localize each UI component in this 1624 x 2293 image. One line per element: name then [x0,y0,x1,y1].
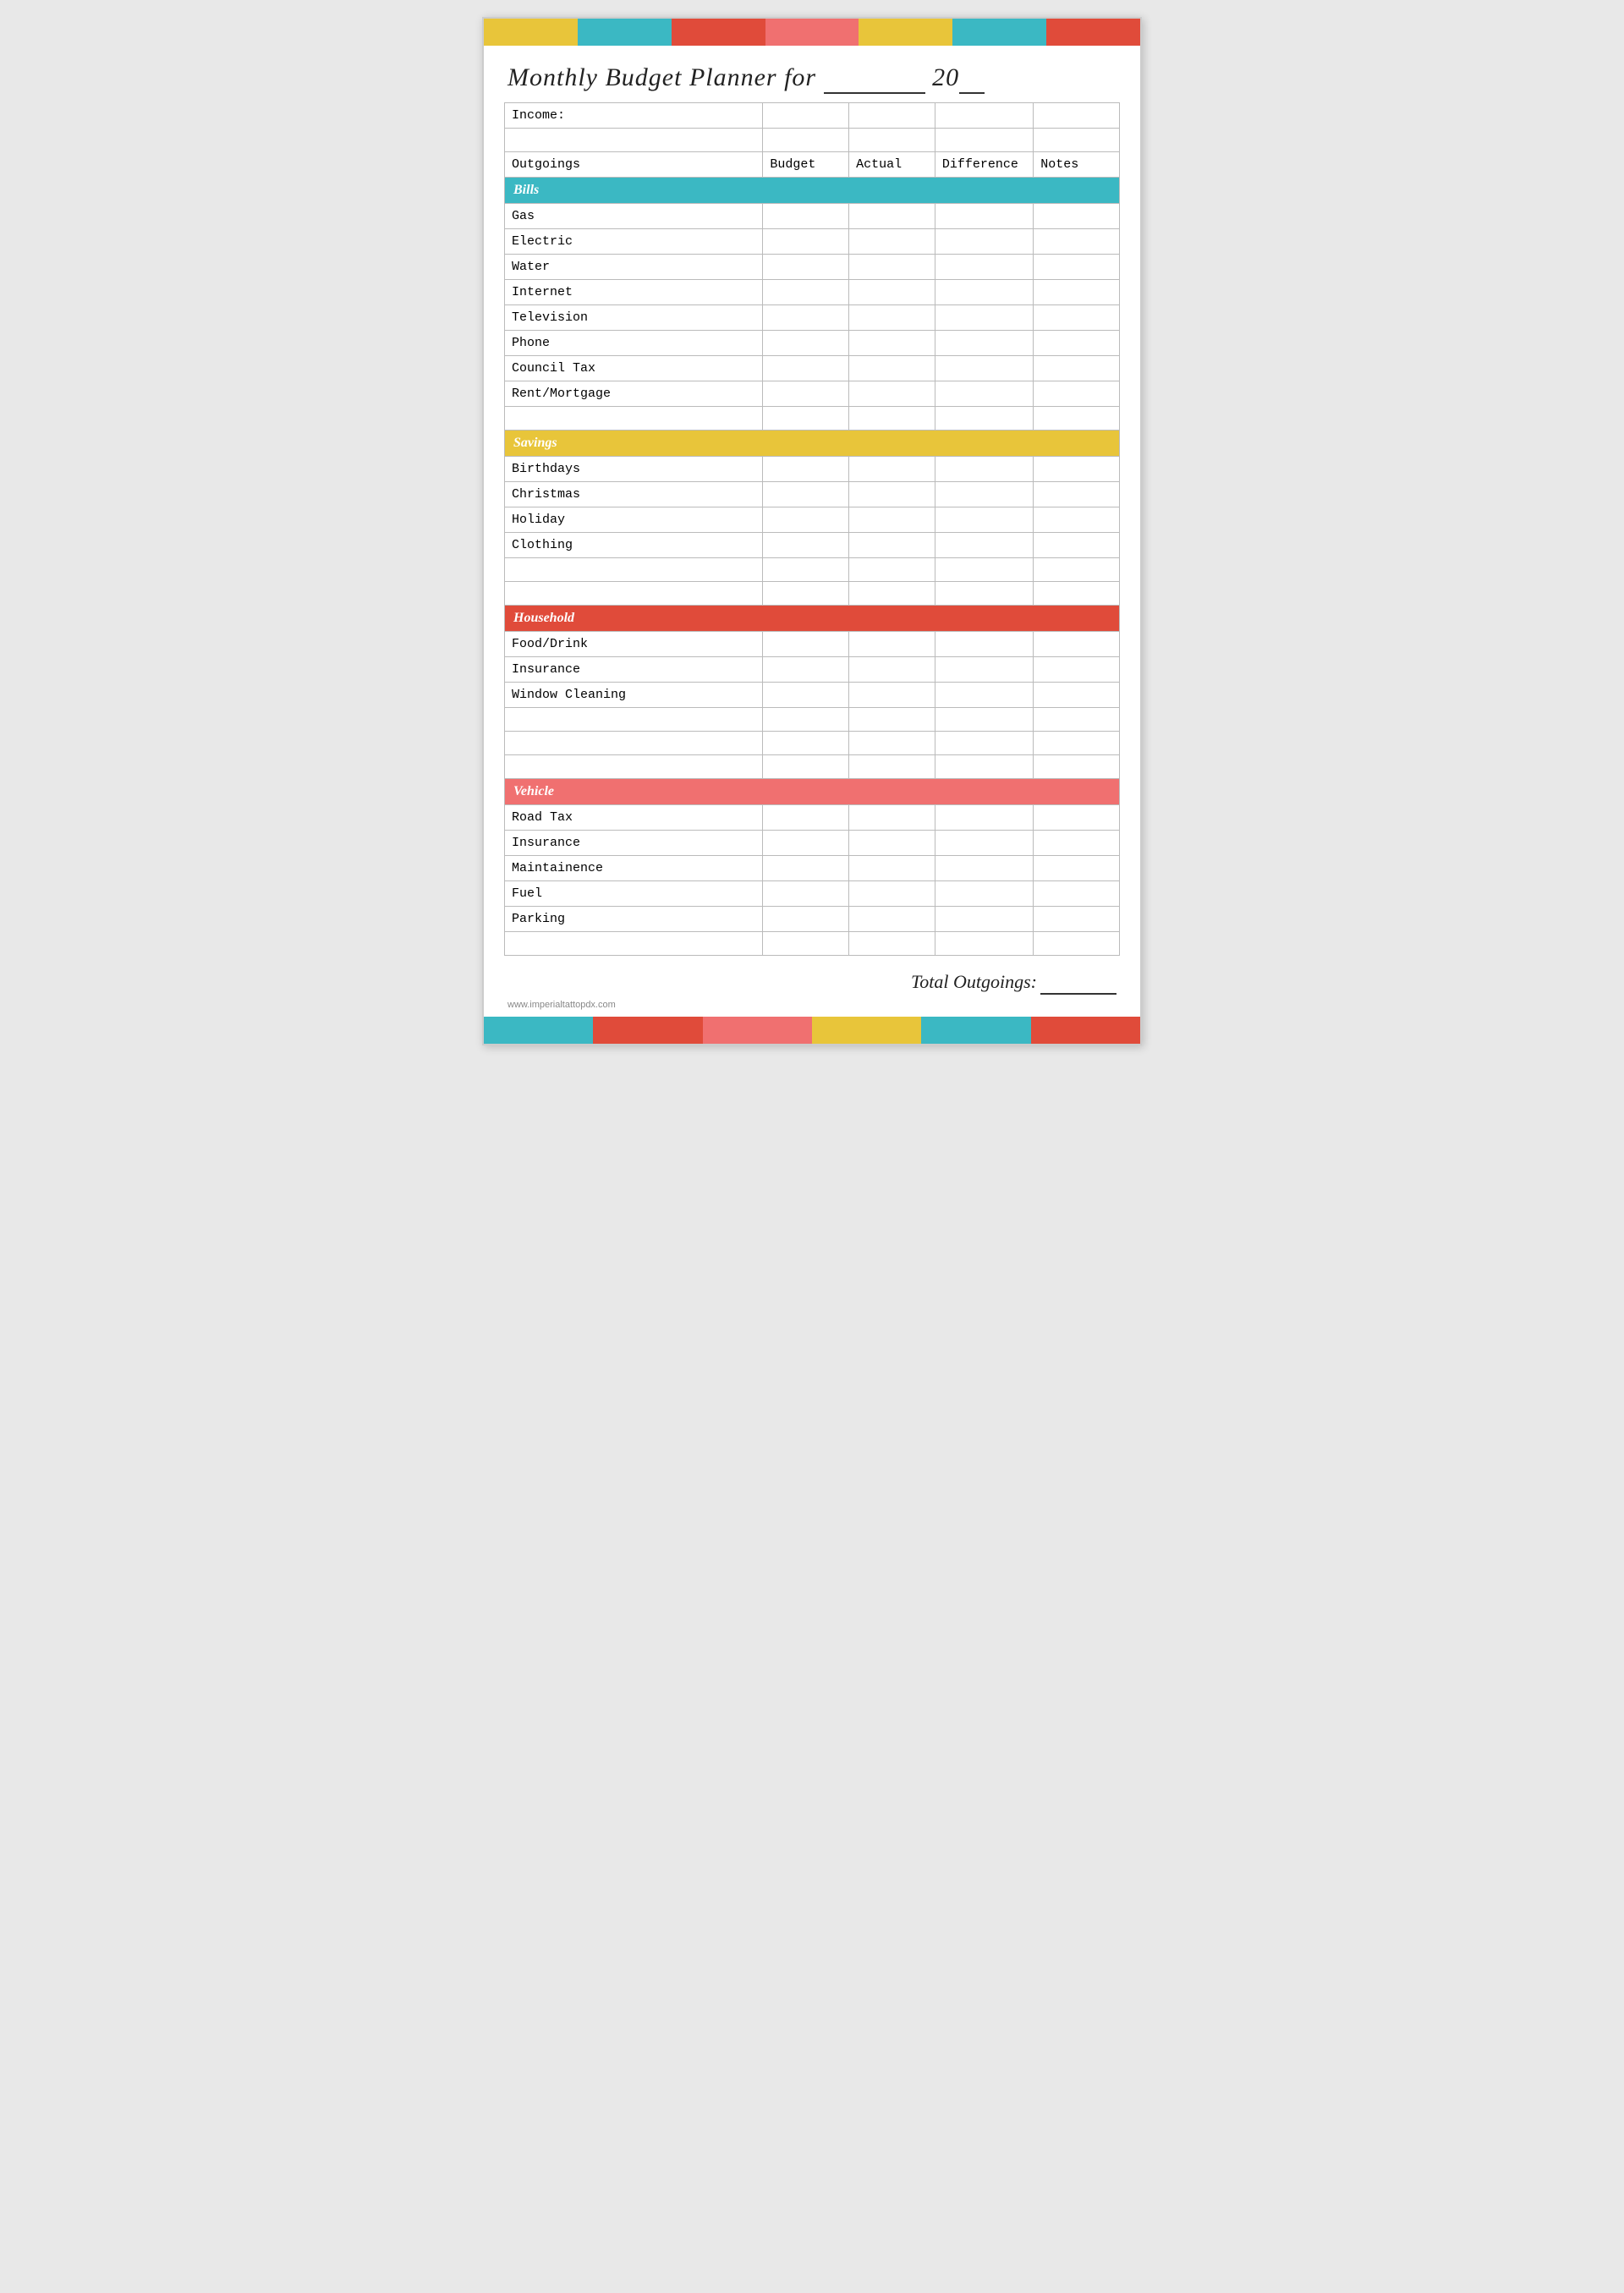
row-water: Water [505,255,1120,280]
bottom-bar-pink-1 [703,1017,812,1044]
row-electric: Electric [505,229,1120,255]
household-empty-1 [505,708,1120,732]
row-fuel: Fuel [505,881,1120,907]
page-title: Monthly Budget Planner for 20 [508,63,985,91]
label-birthdays: Birthdays [505,457,763,482]
table-container: Income: Outgoings Budget Actual Differen… [484,102,1140,964]
label-road-tax: Road Tax [505,805,763,831]
row-parking: Parking [505,907,1120,932]
row-food-drink: Food/Drink [505,632,1120,657]
col-actual-header: Actual [849,152,935,178]
label-television: Television [505,305,763,331]
row-council-tax: Council Tax [505,356,1120,381]
bottom-bar-red-2 [1031,1017,1140,1044]
household-empty-2 [505,732,1120,755]
watermark: www.imperialtattopdx.com [484,998,1140,1012]
label-council-tax: Council Tax [505,356,763,381]
section-household-label: Household [505,606,1120,632]
empty-row-after-income [505,129,1120,152]
row-holiday: Holiday [505,507,1120,533]
label-window-cleaning: Window Cleaning [505,683,763,708]
label-parking: Parking [505,907,763,932]
bar-teal-1 [578,19,672,46]
row-insurance-household: Insurance [505,657,1120,683]
column-headers-row: Outgoings Budget Actual Difference Notes [505,152,1120,178]
label-water: Water [505,255,763,280]
bills-empty-1 [505,407,1120,431]
row-rent-mortgage: Rent/Mortgage [505,381,1120,407]
col-budget-header: Budget [763,152,849,178]
title-area: Monthly Budget Planner for 20 [484,46,1140,102]
row-television: Television [505,305,1120,331]
bar-red-1 [672,19,765,46]
label-food-drink: Food/Drink [505,632,763,657]
section-vehicle: Vehicle [505,779,1120,805]
row-clothing: Clothing [505,533,1120,558]
col-notes-header: Notes [1034,152,1120,178]
label-clothing: Clothing [505,533,763,558]
income-row: Income: [505,103,1120,129]
col-outgoings-header: Outgoings [505,152,763,178]
label-gas: Gas [505,204,763,229]
section-vehicle-label: Vehicle [505,779,1120,805]
vehicle-empty-1 [505,932,1120,956]
label-rent-mortgage: Rent/Mortgage [505,381,763,407]
label-christmas: Christmas [505,482,763,507]
bottom-bar-teal-2 [921,1017,1030,1044]
bottom-bar-yellow-1 [812,1017,921,1044]
bottom-color-bar [484,1017,1140,1044]
section-household: Household [505,606,1120,632]
section-savings-label: Savings [505,431,1120,457]
row-road-tax: Road Tax [505,805,1120,831]
label-phone: Phone [505,331,763,356]
bottom-bar-teal-1 [484,1017,593,1044]
section-savings: Savings [505,431,1120,457]
row-gas: Gas [505,204,1120,229]
label-internet: Internet [505,280,763,305]
row-insurance-vehicle: Insurance [505,831,1120,856]
savings-empty-2 [505,582,1120,606]
section-bills: Bills [505,178,1120,204]
bar-pink-1 [765,19,859,46]
bar-teal-2 [952,19,1046,46]
income-label: Income: [505,103,763,129]
bottom-bar-red-1 [593,1017,702,1044]
bar-red-2 [1046,19,1140,46]
label-holiday: Holiday [505,507,763,533]
household-empty-3 [505,755,1120,779]
top-color-bar [484,19,1140,46]
label-insurance-vehicle: Insurance [505,831,763,856]
row-phone: Phone [505,331,1120,356]
label-maintenance: Maintainence [505,856,763,881]
row-window-cleaning: Window Cleaning [505,683,1120,708]
row-internet: Internet [505,280,1120,305]
bar-yellow-1 [484,19,578,46]
section-bills-label: Bills [505,178,1120,204]
total-area: Total Outgoings: [484,964,1140,998]
savings-empty-1 [505,558,1120,582]
row-birthdays: Birthdays [505,457,1120,482]
bar-yellow-2 [859,19,952,46]
total-label: Total Outgoings: [911,971,1037,992]
label-fuel: Fuel [505,881,763,907]
col-difference-header: Difference [935,152,1033,178]
budget-table: Income: Outgoings Budget Actual Differen… [504,102,1120,956]
label-insurance-household: Insurance [505,657,763,683]
row-maintenance: Maintainence [505,856,1120,881]
label-electric: Electric [505,229,763,255]
row-christmas: Christmas [505,482,1120,507]
page: Monthly Budget Planner for 20 Income: Ou… [482,17,1142,1045]
